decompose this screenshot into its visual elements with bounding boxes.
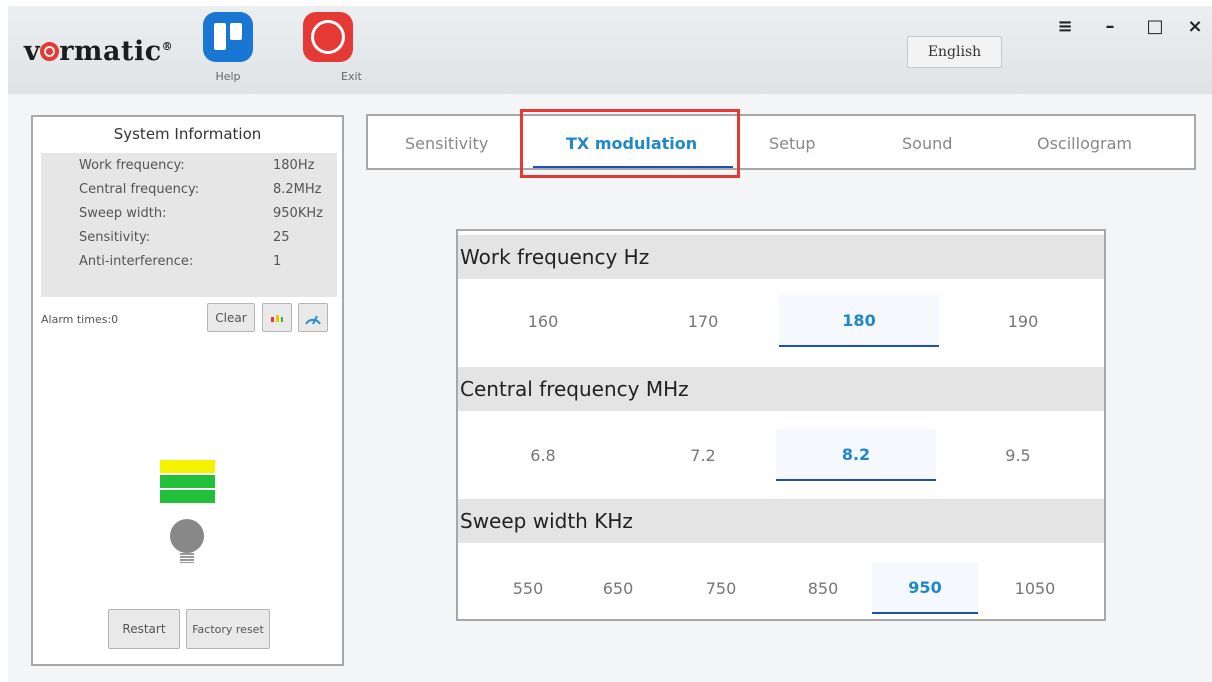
signal-level-bars [160, 460, 215, 505]
exit-button[interactable]: Exit [295, 12, 362, 83]
info-row-central-frequency: Central frequency: 8.2MHz [41, 177, 337, 201]
sweep-width-option[interactable]: 1050 [990, 562, 1080, 614]
info-value: 8.2MHz [273, 181, 322, 197]
help-icon [203, 12, 253, 62]
minimize-icon[interactable]: – [1098, 14, 1122, 38]
factory-reset-button[interactable]: Factory reset [186, 609, 270, 649]
language-button[interactable]: English [907, 36, 1002, 68]
sweep-width-option[interactable]: 750 [676, 562, 766, 614]
exit-label: Exit [341, 70, 362, 83]
info-value: 1 [273, 253, 282, 269]
level-bar [160, 490, 215, 503]
central-frequency-option-selected[interactable]: 8.2 [776, 429, 936, 481]
system-info-panel: System Information Work frequency: 180Hz… [31, 115, 344, 666]
info-row-sweep-width: Sweep width: 950KHz [41, 201, 337, 225]
info-label: Central frequency: [79, 181, 200, 197]
tab-bar: Sensitivity TX modulation Setup Sound Os… [366, 114, 1196, 170]
level-bar [160, 460, 215, 473]
maximize-icon[interactable]: □ [1143, 14, 1167, 38]
help-button[interactable]: Help [203, 12, 253, 83]
work-frequency-header: Work frequency Hz [458, 235, 1104, 279]
help-label: Help [215, 70, 241, 83]
tab-sound[interactable]: Sound [902, 134, 952, 153]
sweep-width-option[interactable]: 850 [778, 562, 868, 614]
gauge-button[interactable] [298, 303, 328, 332]
info-label: Anti-interference: [79, 253, 194, 269]
power-icon [303, 12, 354, 62]
sweep-width-header: Sweep width KHz [458, 499, 1104, 543]
highlight-box [520, 109, 740, 178]
sweep-width-option-selected[interactable]: 950 [872, 562, 978, 614]
central-frequency-header: Central frequency MHz [458, 367, 1104, 411]
sweep-width-option[interactable]: 550 [483, 562, 573, 614]
info-row-work-frequency: Work frequency: 180Hz [41, 153, 337, 177]
central-frequency-option[interactable]: 7.2 [648, 429, 758, 481]
central-frequency-option[interactable]: 6.8 [488, 429, 598, 481]
tab-setup[interactable]: Setup [769, 134, 816, 153]
alarm-bulb-icon [170, 519, 204, 553]
info-label: Sensitivity: [79, 229, 151, 245]
work-frequency-option-selected[interactable]: 180 [779, 295, 939, 347]
restart-button[interactable]: Restart [108, 609, 180, 649]
central-frequency-option[interactable]: 9.5 [963, 429, 1073, 481]
vormatic-logo: v rmatic® [24, 36, 174, 67]
tx-modulation-panel: Work frequency Hz 160 170 180 190 Centra… [456, 229, 1106, 621]
level-bar [160, 475, 215, 488]
close-icon[interactable]: × [1183, 14, 1207, 38]
app-header: v rmatic® [8, 6, 1212, 94]
menu-icon[interactable]: ≡ [1053, 14, 1077, 38]
info-row-sensitivity: Sensitivity: 25 [41, 225, 337, 249]
system-info-title: System Information [113, 125, 262, 143]
tab-sensitivity[interactable]: Sensitivity [405, 134, 488, 153]
tab-oscillogram[interactable]: Oscillogram [1037, 134, 1132, 153]
info-value: 950KHz [273, 205, 323, 221]
alarm-times: Alarm times:0 [41, 313, 119, 326]
work-frequency-option[interactable]: 190 [968, 295, 1078, 347]
clear-button[interactable]: Clear [207, 303, 255, 332]
work-frequency-option[interactable]: 160 [488, 295, 598, 347]
system-info-table: Work frequency: 180Hz Central frequency:… [41, 153, 337, 297]
info-label: Sweep width: [79, 205, 167, 221]
sweep-width-option[interactable]: 650 [573, 562, 663, 614]
info-row-anti-interference: Anti-interference: 1 [41, 249, 337, 273]
bulb-base [180, 553, 194, 563]
work-frequency-option[interactable]: 170 [648, 295, 758, 347]
signal-bars-icon [271, 314, 283, 322]
info-label: Work frequency: [79, 157, 185, 173]
info-value: 180Hz [273, 157, 315, 173]
info-value: 25 [273, 229, 290, 245]
gauge-icon [305, 315, 321, 325]
signal-bars-button[interactable] [262, 303, 292, 332]
